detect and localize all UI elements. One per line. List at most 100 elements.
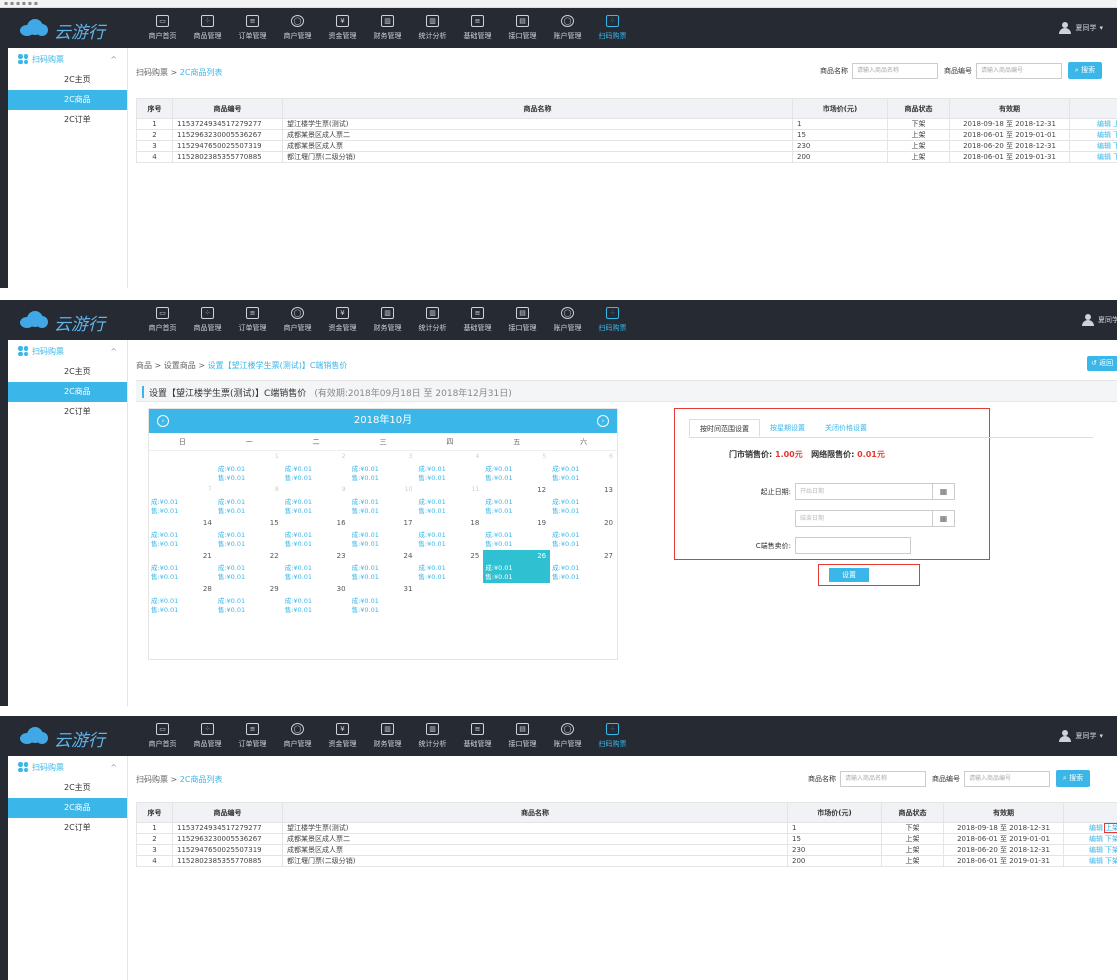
user-menu[interactable]: 夏同学 ▾ [1059,716,1103,756]
calendar-day[interactable]: 13 成:¥0.01 售:¥0.01 [550,484,617,517]
nav-item-0[interactable]: ▭ 商户首页 [140,716,185,756]
nav-item-0[interactable]: ▭ 商户首页 [140,8,185,48]
nav-item-1[interactable]: ⁘ 商品管理 [185,716,230,756]
nav-item-5[interactable]: ▥ 财务管理 [365,300,410,340]
product-code-input[interactable]: 请输入商品编号 [964,770,1050,787]
nav-item-10[interactable]: ⁘ 扫码购票 [590,716,635,756]
nav-item-1[interactable]: ⁘ 商品管理 [185,300,230,340]
tab-close-price[interactable]: 关闭价格设置 [815,419,877,437]
nav-item-8[interactable]: ▤ 接口管理 [500,8,545,48]
calendar-day[interactable]: 16 成:¥0.01 售:¥0.01 [283,517,350,550]
search-button[interactable]: ⌕ 搜索 [1068,62,1102,79]
set-button[interactable]: 设置 [829,568,869,582]
nav-item-7[interactable]: ≡ 基础管理 [455,300,500,340]
calendar-day[interactable]: 15 成:¥0.01 售:¥0.01 [216,517,283,550]
calendar-day[interactable]: 25 成:¥0.01 售:¥0.01 [416,550,483,583]
breadcrumb-current[interactable]: 2C商品列表 [180,775,223,784]
sidebar-item-2c-products[interactable]: 2C商品 [8,798,127,818]
nav-item-7[interactable]: ≡ 基础管理 [455,8,500,48]
toggle-shelf-link[interactable]: 下架 [1105,857,1117,865]
edit-link[interactable]: 编辑 [1089,824,1103,832]
next-month-icon[interactable]: › [597,415,609,427]
nav-item-8[interactable]: ▤ 接口管理 [500,716,545,756]
nav-item-9[interactable]: ◯ 账户管理 [545,300,590,340]
brand-logo[interactable]: 云游行 [14,307,134,335]
calendar-day[interactable]: 21 成:¥0.01 售:¥0.01 [149,550,216,583]
sidebar-item-2c-home[interactable]: 2C主页 [8,778,127,798]
calendar-day[interactable]: 14 成:¥0.01 售:¥0.01 [149,517,216,550]
calendar-day[interactable]: 20 成:¥0.01 售:¥0.01 [550,517,617,550]
calendar-day[interactable]: 18 成:¥0.01 售:¥0.01 [416,517,483,550]
nav-item-4[interactable]: ¥ 资金管理 [320,716,365,756]
tab-date-range[interactable]: 按时间范围设置 [689,419,760,437]
nav-item-3[interactable]: ◯ 商户管理 [275,8,320,48]
sidebar-item-2c-home[interactable]: 2C主页 [8,362,127,382]
nav-item-1[interactable]: ⁘ 商品管理 [185,8,230,48]
edit-link[interactable]: 编辑 [1097,120,1111,128]
breadcrumb-set-product[interactable]: 设置商品 [164,361,196,370]
end-date-input[interactable]: 结束日期 [795,510,933,527]
calendar-day[interactable]: 3 成:¥0.01 售:¥0.01 [350,451,417,484]
start-date-input[interactable]: 开始日期 [795,483,933,500]
edit-link[interactable]: 编辑 [1089,846,1103,854]
toggle-shelf-link[interactable]: 下架 [1105,835,1117,843]
edit-link[interactable]: 编辑 [1089,857,1103,865]
nav-item-2[interactable]: ≡ 订单管理 [230,716,275,756]
calendar-day[interactable]: 6 成:¥0.01 售:¥0.01 [550,451,617,484]
nav-item-5[interactable]: ▥ 财务管理 [365,716,410,756]
product-code-input[interactable]: 请输入商品编号 [976,62,1062,79]
nav-item-2[interactable]: ≡ 订单管理 [230,300,275,340]
nav-item-3[interactable]: ◯ 商户管理 [275,716,320,756]
nav-item-4[interactable]: ¥ 资金管理 [320,8,365,48]
nav-item-10[interactable]: ⁘ 扫码购票 [590,8,635,48]
nav-item-5[interactable]: ▥ 财务管理 [365,8,410,48]
edit-link[interactable]: 编辑 [1097,131,1111,139]
sidebar-group-scan-ticket[interactable]: 扫码购票 ^ [8,340,127,362]
breadcrumb-current[interactable]: 设置【望江楼学生票(测试)】C端销售价 [208,361,348,370]
calendar-day[interactable]: 27 成:¥0.01 售:¥0.01 [550,550,617,583]
sidebar-item-2c-home[interactable]: 2C主页 [8,70,127,90]
calendar-day[interactable]: 10 成:¥0.01 售:¥0.01 [350,484,417,517]
calendar-day[interactable]: 24 成:¥0.01 售:¥0.01 [350,550,417,583]
nav-item-8[interactable]: ▤ 接口管理 [500,300,545,340]
toggle-shelf-link[interactable]: 下架 [1113,142,1117,150]
back-button[interactable]: ↺ 返回 [1087,356,1117,371]
edit-link[interactable]: 编辑 [1097,142,1111,150]
nav-item-10[interactable]: ⁘ 扫码购票 [590,300,635,340]
brand-logo[interactable]: 云游行 [14,723,134,751]
brand-logo[interactable]: 云游行 [14,15,134,43]
toggle-shelf-link[interactable]: 下架 [1113,153,1117,161]
toggle-shelf-link[interactable]: 下架 [1113,131,1117,139]
calendar-day[interactable]: 8 成:¥0.01 售:¥0.01 [216,484,283,517]
calendar-day[interactable]: 29 成:¥0.01 售:¥0.01 [216,583,283,616]
nav-item-4[interactable]: ¥ 资金管理 [320,300,365,340]
nav-item-3[interactable]: ◯ 商户管理 [275,300,320,340]
c-price-input[interactable] [795,537,911,554]
toggle-shelf-link[interactable]: 下架 [1105,846,1117,854]
sidebar-item-2c-products[interactable]: 2C商品 [8,382,127,402]
tab-weekday[interactable]: 按星期设置 [760,419,815,437]
breadcrumb-current[interactable]: 2C商品列表 [180,68,223,77]
toggle-shelf-link[interactable]: 上架 [1113,120,1117,128]
nav-item-9[interactable]: ◯ 账户管理 [545,8,590,48]
calendar-day[interactable]: 26 成:¥0.01 售:¥0.01 [483,550,551,583]
calendar-day[interactable]: 2 成:¥0.01 售:¥0.01 [283,451,350,484]
nav-item-0[interactable]: ▭ 商户首页 [140,300,185,340]
nav-item-6[interactable]: ▥ 统计分析 [410,716,455,756]
calendar-day[interactable]: 22 成:¥0.01 售:¥0.01 [216,550,283,583]
calendar-day[interactable]: 28 成:¥0.01 售:¥0.01 [149,583,216,616]
calendar-day[interactable]: 9 成:¥0.01 售:¥0.01 [283,484,350,517]
calendar-day[interactable]: 11 成:¥0.01 售:¥0.01 [416,484,483,517]
search-button[interactable]: ⌕ 搜索 [1056,770,1090,787]
calendar-day[interactable]: 23 成:¥0.01 售:¥0.01 [283,550,350,583]
calendar-icon[interactable]: ▦ [933,510,955,527]
sidebar-item-2c-orders[interactable]: 2C订单 [8,110,127,130]
breadcrumb-products[interactable]: 商品 [136,361,152,370]
user-menu[interactable]: 夏同学 ▾ [1059,8,1103,48]
calendar-day[interactable]: 17 成:¥0.01 售:¥0.01 [350,517,417,550]
sidebar-item-2c-orders[interactable]: 2C订单 [8,818,127,838]
calendar-day[interactable]: 12 成:¥0.01 售:¥0.01 [483,484,550,517]
breadcrumb-root[interactable]: 扫码购票 [136,68,168,77]
nav-item-7[interactable]: ≡ 基础管理 [455,716,500,756]
sidebar-item-2c-products[interactable]: 2C商品 [8,90,127,110]
